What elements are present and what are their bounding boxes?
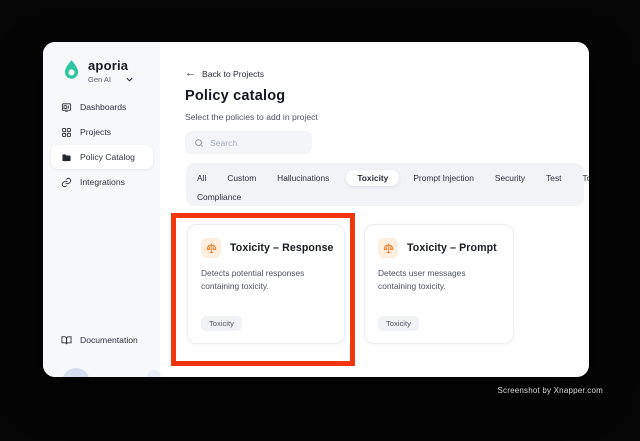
sidebar-item-policy-catalog[interactable]: Policy Catalog [51,145,153,169]
policy-card-toxicity-prompt[interactable]: Toxicity – Prompt Detects user messages … [364,224,514,344]
screenshot-watermark: Screenshot by Xnapper.com [497,386,603,395]
tab-all[interactable]: All [197,170,206,186]
policy-icon-badge [378,238,398,258]
book-icon [61,335,72,344]
tab-row-2: Compliance [197,187,573,206]
search-input-wrap [185,131,312,154]
folder-icon [62,153,71,161]
search-icon [195,138,204,147]
dashboard-icon [61,102,72,112]
sidebar-item-label: Policy Catalog [80,152,135,162]
policy-tag-badge: Toxicity [378,316,419,331]
back-to-projects-link[interactable]: ← Back to Projects [185,68,264,79]
scales-icon [383,242,393,253]
workspace-switcher[interactable]: aporia Gen AI [61,58,134,84]
chevron-down-icon[interactable] [125,75,134,84]
policy-tag-badge: Toxicity [201,316,242,331]
page-subtitle: Select the policies to add in project [185,112,318,122]
policy-icon-badge [201,238,221,258]
sidebar-item-label: Projects [80,127,112,137]
aporia-logo-icon [64,60,79,79]
link-icon [61,177,72,187]
app-window: aporia Gen AI Dashboards Projects Policy… [43,42,589,377]
policy-card-description: Detects user messages containing toxicit… [378,268,466,292]
projects-grid-icon [62,127,71,137]
scales-icon [206,242,216,253]
page-title: Policy catalog [185,88,286,104]
sidebar-item-label: Documentation [80,335,138,345]
sidebar-item-projects[interactable]: Projects [51,120,153,144]
tab-topics[interactable]: Topics [582,170,589,186]
tab-custom[interactable]: Custom [227,170,256,186]
back-arrow-icon: ← [185,67,196,79]
tab-compliance[interactable]: Compliance [197,189,241,205]
tab-test[interactable]: Test [546,170,561,186]
workspace-name: Gen AI [88,75,111,85]
policy-filter-tabs: All Custom Hallucinations Toxicity Promp… [186,163,589,206]
sidebar-item-dashboards[interactable]: Dashboards [51,95,153,119]
tab-security[interactable]: Security [495,170,525,186]
tab-row-1: All Custom Hallucinations Toxicity Promp… [197,168,589,187]
search-input[interactable] [210,137,300,148]
policy-card-title: Toxicity – Prompt [407,242,497,254]
sidebar-item-integrations[interactable]: Integrations [51,170,153,194]
tab-prompt-injection[interactable]: Prompt Injection [413,170,474,186]
sidebar-item-label: Integrations [80,177,125,187]
tab-toxicity[interactable]: Toxicity [346,169,400,186]
sidebar: aporia Gen AI Dashboards Projects Policy… [43,42,161,377]
policy-card-toxicity-response[interactable]: Toxicity – Response Detects potential re… [187,224,345,344]
policy-card-title: Toxicity – Response [230,242,334,254]
policy-card-description: Detects potential responses containing t… [201,268,305,292]
decorative-blob [147,370,161,377]
tab-hallucinations[interactable]: Hallucinations [277,170,329,186]
decorative-blob [63,368,89,377]
sidebar-item-documentation[interactable]: Documentation [51,328,153,352]
brand-name: aporia [88,58,129,73]
sidebar-item-label: Dashboards [80,102,127,112]
